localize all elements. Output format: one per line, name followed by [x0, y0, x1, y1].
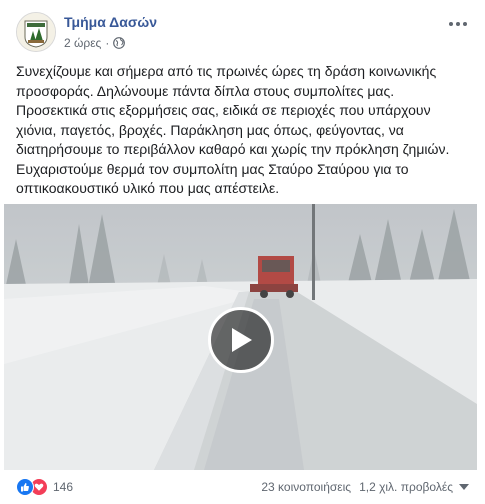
more-options-button[interactable] [447, 16, 469, 32]
play-button[interactable] [208, 307, 274, 373]
post-text-line: προσφοράς. Δηλώνουμε πάντα δίπλα στους σ… [16, 82, 395, 99]
post-text: Συνεχίζουμε και σήμερα από τις πρωινές ώ… [16, 62, 468, 199]
post-text-line: Προσεκτικά στις εξορμήσεις σας, ειδικά σ… [16, 102, 431, 118]
globe-icon [113, 37, 126, 49]
post-footer: 146 23 κοινοποιήσεις 1,2 χιλ. προβολές [16, 476, 469, 498]
more-dot [449, 22, 453, 26]
views-count[interactable]: 1,2 χιλ. προβολές [359, 480, 453, 494]
meta-separator: · [105, 36, 110, 50]
more-dot [463, 22, 467, 26]
more-dot [456, 22, 460, 26]
post-text-line: Ευχαριστούμε θερμά τον συμπολίτη μας Στα… [16, 160, 409, 177]
post-stats: 23 κοινοποιήσεις 1,2 χιλ. προβολές [261, 480, 453, 494]
post-text-line: χιόνια, παγετός, βροχές. Παράκληση μας ό… [16, 121, 404, 138]
like-icon [16, 478, 34, 496]
page-name-link[interactable]: Τμήμα Δασών [64, 14, 157, 30]
post-text-line: οπτικοακουστικό υλικό που μας απέστειλε. [16, 180, 280, 196]
shares-count[interactable]: 23 κοινοποιήσεις [261, 480, 351, 494]
forest-logo-icon [17, 13, 55, 51]
video-player[interactable] [4, 204, 477, 470]
post-meta: 2 ώρες · [64, 36, 126, 50]
play-icon [232, 328, 252, 352]
post-text-line: διατηρήσουμε το περιβάλλον καθαρό και χω… [16, 141, 450, 157]
chevron-down-icon[interactable] [459, 484, 469, 490]
reactions-summary[interactable]: 146 [16, 478, 73, 496]
reaction-count[interactable]: 146 [53, 480, 73, 494]
post-time[interactable]: 2 ώρες [64, 36, 101, 50]
post-header: Τμήμα Δασών 2 ώρες · [16, 12, 469, 56]
facebook-post: Τμήμα Δασών 2 ώρες · Συνεχίζουμε και σήμ… [0, 0, 485, 504]
page-avatar[interactable] [16, 12, 56, 52]
post-text-line: Συνεχίζουμε και σήμερα από τις πρωινές ώ… [16, 63, 437, 79]
